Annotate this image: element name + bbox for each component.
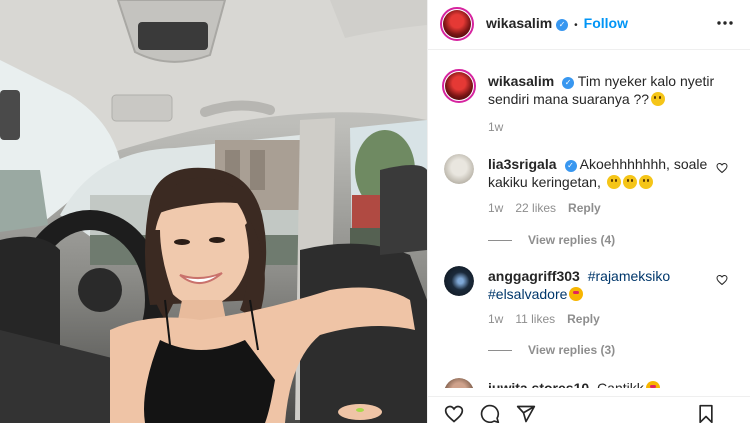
replies-divider [488, 350, 512, 352]
laughing-emoji-icon [638, 175, 653, 189]
post-header: wikasalim ✓ • Follow [428, 0, 750, 50]
view-replies-button[interactable]: View replies (4) [488, 233, 615, 247]
caption-meta: 1w [488, 120, 515, 134]
comment-heart-icon[interactable] [716, 162, 728, 174]
comment-username[interactable]: anggagriff303 [488, 268, 580, 284]
reply-button[interactable]: Reply [567, 312, 600, 326]
view-replies-label: View replies (4) [528, 233, 616, 247]
comment-text-block: juwita.stores10 Cantikk [488, 379, 718, 388]
header-author-line: wikasalim ✓ • Follow [486, 15, 628, 33]
comment-avatar[interactable] [444, 378, 474, 388]
replies-divider [488, 240, 512, 242]
caption-avatar[interactable] [442, 69, 476, 103]
heart-icon[interactable] [444, 404, 464, 423]
comment-username[interactable]: lia3srigala [488, 156, 557, 172]
laughing-emoji-icon [606, 175, 621, 189]
caption: wikasalim ✓ Tim nyeker kalo nyetir sendir… [442, 69, 742, 139]
tongue-emoji-icon [651, 92, 666, 106]
car-interior-illustration [0, 0, 427, 423]
more-horizontal-icon[interactable] [715, 13, 735, 33]
heart-eyes-emoji-icon [569, 287, 584, 301]
caption-text-block: wikasalim ✓ Tim nyeker kalo nyetir sendir… [488, 72, 718, 108]
comment-item: anggagriff303 #rajameksiko #elsalvadore … [442, 264, 742, 364]
action-bar [428, 396, 750, 423]
comment-item: lia3srigala ✓ Akoehhhhhhh, soale kakiku k… [442, 152, 742, 252]
separator-dot: • [574, 20, 578, 31]
verified-badge-icon: ✓ [562, 77, 575, 89]
comment-text-block: lia3srigala ✓ Akoehhhhhhh, soale kakiku k… [488, 155, 718, 191]
comment-likes[interactable]: 22 likes [515, 201, 556, 215]
caption-username[interactable]: wikasalim [488, 73, 554, 89]
comment-text: Cantikk [597, 380, 644, 388]
author-avatar[interactable] [440, 7, 474, 41]
comment-meta: 1w 22 likes Reply [488, 201, 613, 215]
comments-list[interactable]: wikasalim ✓ Tim nyeker kalo nyetir sendir… [428, 51, 750, 388]
author-username[interactable]: wikasalim [486, 15, 552, 31]
comment-icon[interactable] [480, 404, 500, 423]
comment-time: 1w [488, 201, 504, 215]
hashtag-link[interactable]: #elsalvadore [488, 286, 567, 302]
caption-time: 1w [488, 120, 504, 134]
comment-meta: 1w 11 likes Reply [488, 312, 612, 326]
heart-eyes-emoji-icon [645, 381, 660, 388]
post-side-panel: wikasalim ✓ • Follow wikasalim ✓ Tim nyeker … [427, 0, 750, 423]
verified-badge-icon: ✓ [564, 160, 577, 172]
verified-badge-icon: ✓ [556, 19, 569, 31]
reply-button[interactable]: Reply [568, 201, 601, 215]
view-replies-button[interactable]: View replies (3) [488, 343, 615, 357]
hashtag-link[interactable]: #rajameksiko [588, 268, 670, 284]
comment-likes[interactable]: 11 likes [515, 312, 555, 326]
comment-text-block: anggagriff303 #rajameksiko #elsalvadore [488, 267, 718, 303]
post-photo [0, 0, 427, 423]
share-icon[interactable] [516, 404, 536, 423]
comment-username[interactable]: juwita.stores10 [488, 380, 589, 388]
comment-avatar[interactable] [444, 266, 474, 296]
comment-item: juwita.stores10 Cantikk [442, 376, 742, 388]
view-replies-label: View replies (3) [528, 343, 616, 357]
comment-avatar[interactable] [444, 154, 474, 184]
laughing-emoji-icon [622, 175, 637, 189]
bookmark-icon[interactable] [696, 404, 716, 423]
comment-heart-icon[interactable] [716, 274, 728, 286]
comment-time: 1w [488, 312, 504, 326]
follow-button[interactable]: Follow [584, 15, 628, 31]
